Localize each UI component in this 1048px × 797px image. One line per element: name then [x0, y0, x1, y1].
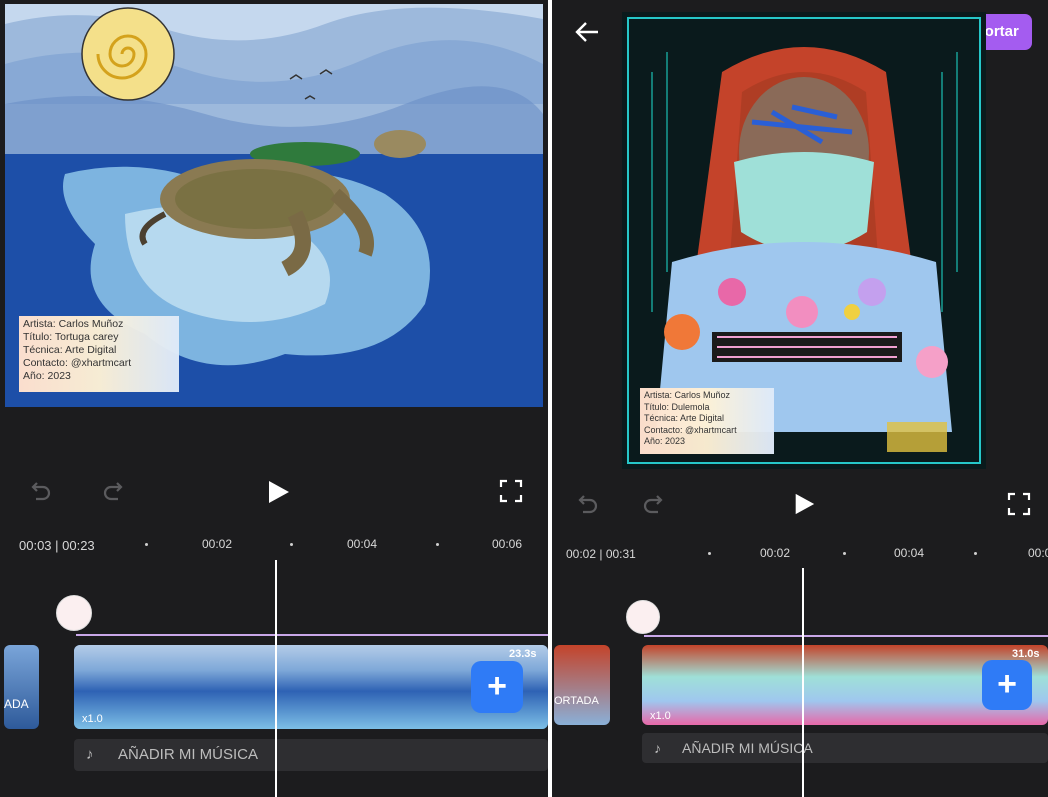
clip-speed: x1.0 [82, 713, 103, 725]
caption-line: Artista: Carlos Muñoz [23, 318, 124, 330]
caption-line: Contacto: @xhartmcart [23, 357, 132, 369]
caption-sticker-thumb[interactable] [626, 600, 660, 634]
add-music-bar[interactable]: ♪ AÑADIR MI MÚSICA [74, 739, 548, 771]
right-editor-screen: ? Exportar Artista: Carlos Muñoz [552, 0, 1048, 797]
time-readout: 00:03 | 00:23 [19, 538, 95, 553]
cover-label: ADA [4, 697, 29, 711]
artwork-caption: Artista: Carlos Muñoz Título: Dulemola T… [640, 388, 774, 454]
plus-icon: + [487, 667, 507, 705]
video-preview-turtle[interactable]: Artista: Carlos Muñoz Título: Tortuga ca… [5, 4, 543, 407]
back-arrow-icon[interactable] [574, 20, 600, 44]
ruler-tick: 00:04 [347, 537, 378, 551]
ruler-dot [843, 552, 846, 555]
clip-duration: 31.0s [1012, 648, 1040, 660]
add-music-label: AÑADIR MI MÚSICA [682, 740, 813, 756]
overlay-track-line [76, 634, 548, 636]
ruler-tick: 00:06 [492, 537, 523, 551]
add-music-label: AÑADIR MI MÚSICA [118, 746, 259, 763]
clip-frame [882, 645, 963, 725]
ruler-dot [436, 543, 439, 546]
ruler-tick: 00:04 [894, 546, 925, 560]
caption-line: Técnica: Arte Digital [644, 413, 725, 423]
ruler-tick: 00:0 [1028, 546, 1048, 560]
video-preview-portrait[interactable]: Artista: Carlos Muñoz Título: Dulemola T… [622, 12, 986, 469]
redo-icon[interactable] [642, 491, 668, 517]
play-icon[interactable] [792, 492, 816, 516]
ruler-tick: 00:02 [202, 537, 233, 551]
clip-duration: 23.3s [509, 648, 537, 660]
add-music-bar[interactable]: ♪ AÑADIR MI MÚSICA [642, 733, 1048, 763]
ruler-dot [974, 552, 977, 555]
add-clip-button[interactable]: + [982, 660, 1032, 710]
playhead[interactable] [802, 568, 804, 797]
fullscreen-icon[interactable] [1007, 492, 1031, 516]
caption-line: Artista: Carlos Muñoz [644, 390, 731, 400]
fullscreen-icon[interactable] [499, 479, 523, 503]
caption-line: Título: Dulemola [644, 401, 710, 412]
caption-line: Título: Tortuga carey [23, 331, 119, 343]
caption-line: Contacto: @xhartmcart [644, 424, 737, 435]
ruler-dot [145, 543, 148, 546]
add-clip-button[interactable]: + [471, 661, 523, 713]
music-note-icon: ♪ [654, 740, 661, 756]
clip-frame [332, 645, 419, 729]
clip-speed: x1.0 [650, 710, 671, 722]
ruler-dot [708, 552, 711, 555]
ruler-dot [290, 543, 293, 546]
music-note-icon: ♪ [86, 746, 94, 763]
overlay-track-line [644, 635, 1048, 637]
undo-icon[interactable] [573, 491, 599, 517]
caption-line: Año: 2023 [644, 436, 686, 446]
time-readout: 00:02 | 00:31 [566, 547, 636, 561]
clip-frame [246, 645, 333, 729]
plus-icon: + [997, 665, 1017, 703]
caption-sticker-thumb[interactable] [56, 595, 92, 631]
left-editor-screen: Artista: Carlos Muñoz Título: Tortuga ca… [0, 0, 548, 797]
cover-clip[interactable]: ORTADA [554, 645, 610, 725]
clip-frame [160, 645, 247, 729]
caption-line: Técnica: Arte Digital [23, 344, 117, 356]
cover-clip[interactable]: ADA [4, 645, 39, 729]
play-icon[interactable] [265, 479, 291, 505]
playhead[interactable] [275, 560, 277, 797]
redo-icon[interactable] [102, 478, 128, 504]
clip-frame [802, 645, 883, 725]
cover-label: ORTADA [554, 695, 599, 707]
clip-frame [722, 645, 803, 725]
ruler-tick: 00:02 [760, 546, 791, 560]
caption-line: Año: 2023 [23, 370, 71, 382]
undo-icon[interactable] [26, 478, 52, 504]
artwork-caption: Artista: Carlos Muñoz Título: Tortuga ca… [19, 316, 179, 392]
